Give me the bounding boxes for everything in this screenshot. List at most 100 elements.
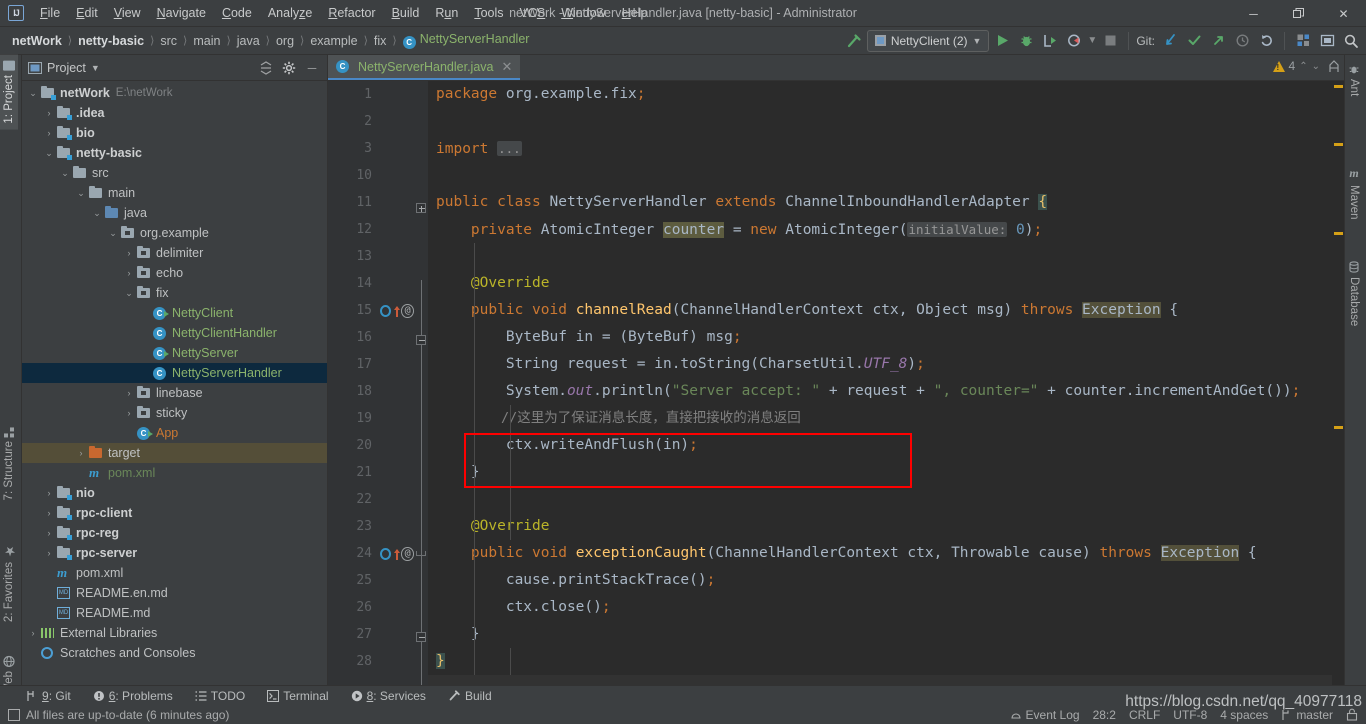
tree-node-pom-xml[interactable]: ›m pom.xml xyxy=(22,463,327,483)
code-editor[interactable]: 1 2 3 10 11 12 13 14 15 16 17 18 19 20 21 22 23 24 25 26 27 2… xyxy=(328,81,1344,685)
tree-node-target[interactable]: › target xyxy=(22,443,327,463)
run-with-coverage-button[interactable] xyxy=(1039,30,1061,52)
tree-node-rpc-reg[interactable]: › rpc-reg xyxy=(22,523,327,543)
tree-expander-icon[interactable]: › xyxy=(74,468,88,478)
inspections-widget-icon[interactable] xyxy=(1328,60,1340,77)
tree-node-nio[interactable]: › nio xyxy=(22,483,327,503)
tree-node-bio[interactable]: › bio xyxy=(22,123,327,143)
next-problem-icon[interactable]: ⌄ xyxy=(1312,61,1320,72)
line-number-24[interactable]: 24 xyxy=(328,540,380,567)
tree-expander-icon[interactable]: ⌄ xyxy=(106,228,120,239)
project-settings-button[interactable] xyxy=(280,59,298,77)
stripe-warning-1[interactable] xyxy=(1334,85,1343,88)
annotation-icon[interactable]: @ xyxy=(401,546,414,561)
fold-collapse-method-channelread[interactable] xyxy=(416,335,426,345)
tree-expander-icon[interactable]: › xyxy=(42,568,56,578)
debug-button[interactable] xyxy=(1015,30,1037,52)
tree-expander-icon[interactable]: › xyxy=(122,408,136,418)
close-icon[interactable]: ✕ xyxy=(501,59,512,75)
line-number-21[interactable]: 21 xyxy=(328,459,380,486)
chevron-down-icon[interactable]: ▼ xyxy=(91,63,100,73)
lock-icon[interactable] xyxy=(1346,708,1358,721)
line-number-12[interactable]: 12 xyxy=(328,216,380,243)
search-everywhere-button[interactable] xyxy=(1340,30,1362,52)
tree-expander-icon[interactable]: › xyxy=(42,108,56,118)
line-number-25[interactable]: 25 xyxy=(328,567,380,594)
run-configuration-selector[interactable]: NettyClient (2) ▼ xyxy=(866,29,990,52)
error-stripe-marker-bar[interactable] xyxy=(1332,81,1344,685)
menu-file[interactable]: File xyxy=(32,2,68,24)
profile-button[interactable] xyxy=(1063,30,1085,52)
line-number-10[interactable]: 10 xyxy=(328,162,380,189)
menu-run[interactable]: Run xyxy=(427,2,466,24)
breadcrumb-fix[interactable]: fix xyxy=(370,32,391,50)
git-branch-widget[interactable]: master xyxy=(1281,708,1333,722)
sidebar-item-database[interactable]: Database xyxy=(1345,255,1363,332)
build-project-button[interactable] xyxy=(843,30,865,52)
tree-node-netty-basic[interactable]: ⌄ netty-basic xyxy=(22,143,327,163)
settings-button[interactable] xyxy=(1292,30,1314,52)
tree-expander-icon[interactable]: ⌄ xyxy=(90,208,104,219)
menu-refactor[interactable]: Refactor xyxy=(320,2,383,24)
tree-expander-icon[interactable]: › xyxy=(138,328,152,338)
prev-problem-icon[interactable]: ⌃ xyxy=(1299,61,1307,72)
sidebar-item-ant[interactable]: Ant xyxy=(1345,57,1363,102)
tree-node-delimiter[interactable]: › delimiter xyxy=(22,243,327,263)
maximize-button[interactable] xyxy=(1276,0,1321,27)
tree-node-echo[interactable]: › echo xyxy=(22,263,327,283)
tree-node-rpc-client[interactable]: › rpc-client xyxy=(22,503,327,523)
line-number-13[interactable]: 13 xyxy=(328,243,380,270)
tree-node-network[interactable]: ⌄ netWork E:\netWork xyxy=(22,83,327,103)
git-history-button[interactable] xyxy=(1231,30,1253,52)
tree-node-nettyclient[interactable]: ›CNettyClient xyxy=(22,303,327,323)
gutter-icons-line-15[interactable]: @ xyxy=(380,297,414,324)
line-number-19[interactable]: 19 xyxy=(328,405,380,432)
tree-expander-icon[interactable]: › xyxy=(122,428,136,438)
tree-expander-icon[interactable]: ⌄ xyxy=(74,188,88,199)
breadcrumb-src[interactable]: src xyxy=(156,32,181,50)
stripe-warning-4[interactable] xyxy=(1334,426,1343,429)
tree-expander-icon[interactable]: › xyxy=(122,388,136,398)
menu-vcs[interactable]: VCS xyxy=(512,2,554,24)
menu-build[interactable]: Build xyxy=(384,2,428,24)
tree-expander-icon[interactable]: › xyxy=(42,608,56,618)
git-update-button[interactable] xyxy=(1159,30,1181,52)
line-number-2[interactable]: 2 xyxy=(328,108,380,135)
line-number-3[interactable]: 3 xyxy=(328,135,380,162)
tool-button-git[interactable]: 9: Git xyxy=(22,688,75,704)
inspection-summary[interactable]: 4 ⌃ ⌄ xyxy=(1272,59,1320,73)
tree-expander-icon[interactable]: › xyxy=(42,128,56,138)
tree-expander-icon[interactable]: › xyxy=(74,448,88,458)
breadcrumb-example[interactable]: example xyxy=(306,32,361,50)
editor-tab-nettyserverhandler[interactable]: C NettyServerHandler.java ✕ xyxy=(328,55,521,80)
line-number-14[interactable]: 14 xyxy=(328,270,380,297)
breadcrumb-class[interactable]: C NettyServerHandler xyxy=(399,30,534,51)
layout-button[interactable] xyxy=(1316,30,1338,52)
line-number-16[interactable]: 16 xyxy=(328,324,380,351)
tree-expander-icon[interactable]: › xyxy=(42,508,56,518)
minimize-button[interactable]: ─ xyxy=(1231,0,1276,27)
line-number-1[interactable]: 1 xyxy=(328,81,380,108)
indent-setting[interactable]: 4 spaces xyxy=(1220,708,1268,722)
run-button[interactable] xyxy=(991,30,1013,52)
tool-button-terminal[interactable]: Terminal xyxy=(263,688,332,704)
tree-node-java[interactable]: ⌄ java xyxy=(22,203,327,223)
menu-view[interactable]: View xyxy=(106,2,149,24)
tool-button-todo[interactable]: TODO xyxy=(191,688,249,704)
menu-help[interactable]: Help xyxy=(614,2,656,24)
tree-node--idea[interactable]: › .idea xyxy=(22,103,327,123)
menu-navigate[interactable]: Navigate xyxy=(149,2,214,24)
collapse-all-button[interactable] xyxy=(257,59,275,77)
caret-position[interactable]: 28:2 xyxy=(1093,708,1116,722)
code-text[interactable]: package org.example.fix; import ... publ… xyxy=(428,81,1332,685)
tree-node-readme-en-md[interactable]: ›MD README.en.md xyxy=(22,583,327,603)
git-commit-button[interactable] xyxy=(1183,30,1205,52)
collapsed-imports[interactable]: ... xyxy=(497,141,522,156)
line-number-22[interactable]: 22 xyxy=(328,486,380,513)
tree-node-scratches-and-consoles[interactable]: › Scratches and Consoles xyxy=(22,643,327,663)
tree-expander-icon[interactable]: › xyxy=(42,588,56,598)
line-number-26[interactable]: 26 xyxy=(328,594,380,621)
tree-expander-icon[interactable]: › xyxy=(138,308,152,318)
tree-expander-icon[interactable]: ⌄ xyxy=(26,88,40,99)
line-number-28[interactable]: 28 xyxy=(328,648,380,675)
